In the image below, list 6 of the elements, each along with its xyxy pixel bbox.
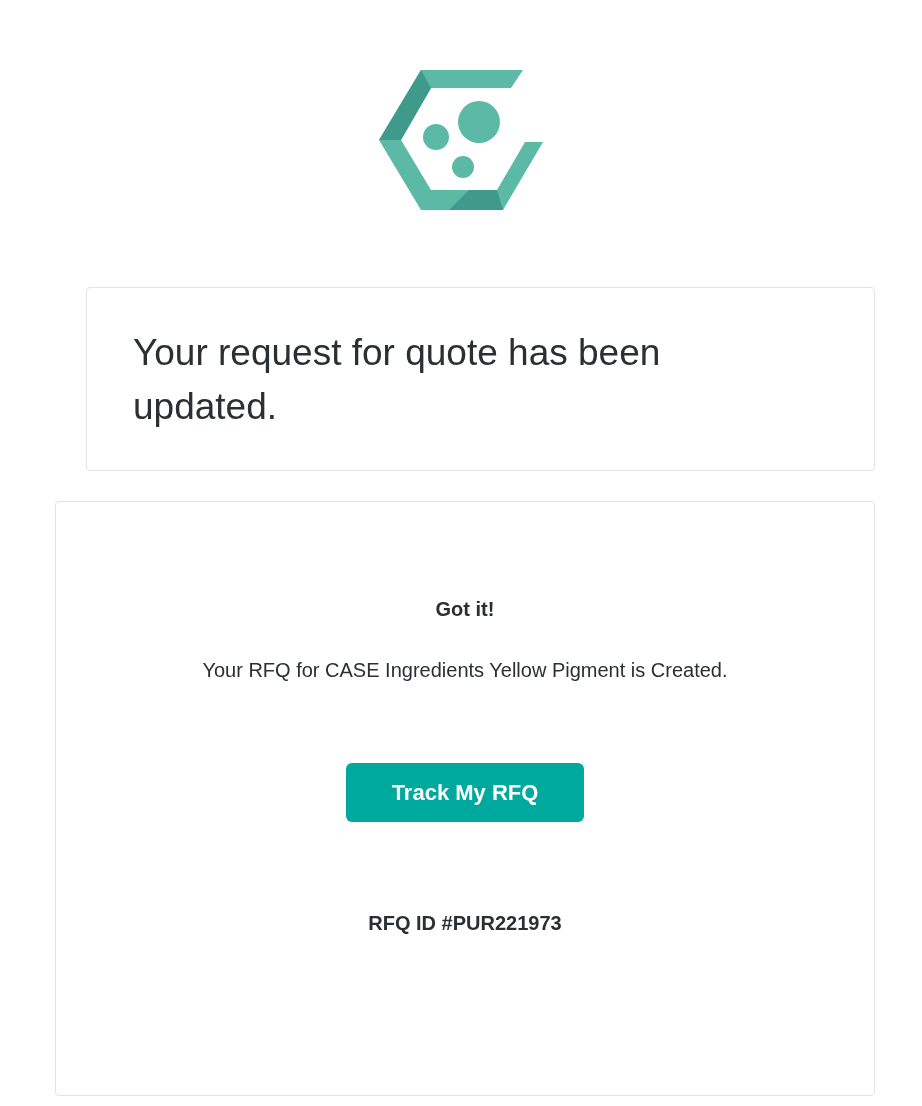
page-title: Your request for quote has been updated. bbox=[133, 331, 662, 429]
logo-icon bbox=[379, 70, 543, 210]
confirmation-heading: Got it! bbox=[435, 597, 495, 622]
confirmation-message: Your RFQ for CASE Ingredients Yellow Pigment is Created. bbox=[201, 658, 729, 683]
rfq-id: RFQ ID #PUR221973 bbox=[368, 911, 562, 936]
track-rfq-button[interactable]: Track My RFQ bbox=[346, 763, 584, 822]
